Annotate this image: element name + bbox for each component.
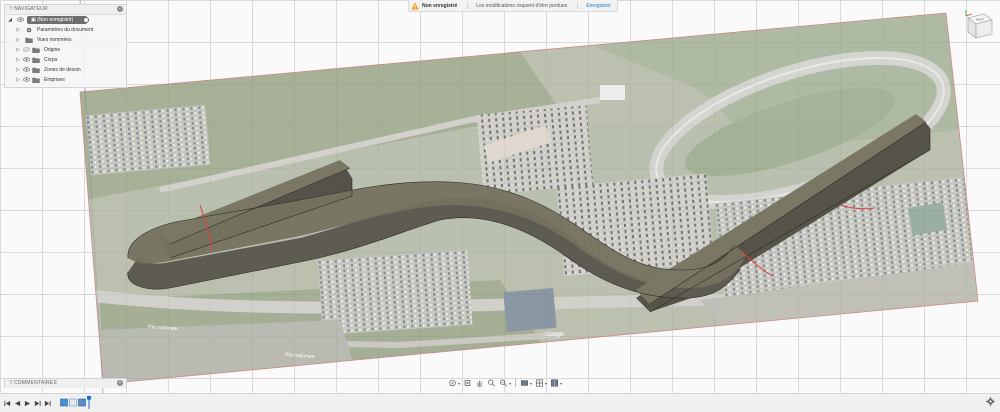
axis-x-indicator <box>965 13 973 17</box>
viewports-icon[interactable] <box>550 379 559 387</box>
comments-title: COMMENTAIRES <box>14 380 57 386</box>
step-forward-icon[interactable] <box>34 400 41 407</box>
orbit-icon[interactable] <box>448 379 457 387</box>
warning-icon <box>411 1 419 10</box>
expand-triangle-icon[interactable]: ▷ <box>15 75 21 85</box>
collapse-panel-icon[interactable]: ‹ <box>117 6 123 12</box>
grid-settings-icon[interactable] <box>535 379 544 387</box>
folder-icon <box>32 57 40 63</box>
save-status-text: Non enregistré <box>422 2 458 9</box>
zoom-window-icon[interactable] <box>499 379 508 387</box>
tree-item-label: Paramètres du document <box>37 27 94 33</box>
timeline-canvas-feature-icon[interactable] <box>60 398 68 407</box>
tree-item-label: Corps <box>44 57 58 63</box>
expand-triangle-icon[interactable]: ▷ <box>15 65 21 75</box>
go-to-end-icon[interactable] <box>44 400 51 407</box>
navigator-header: ⠿NAVIGATEUR ‹ <box>5 5 126 15</box>
orbit-dropdown-caret-icon[interactable]: ▾ <box>458 381 460 386</box>
expand-triangle-icon[interactable]: ▷ <box>15 55 21 65</box>
add-comment-icon[interactable]: + <box>117 380 123 386</box>
model-scene[interactable]: Rte nationale Rte nationale Google <box>0 0 1000 393</box>
document-icon: ▣ <box>31 17 36 23</box>
tree-item-label: Origine <box>44 47 61 53</box>
zoom-dropdown-caret-icon[interactable]: ▾ <box>509 381 511 386</box>
timeline-bar <box>0 393 1000 412</box>
look-at-icon[interactable] <box>463 379 472 387</box>
comments-panel: ⠿COMMENTAIRES + <box>4 378 127 388</box>
view-cube-label: HAUT <box>976 18 984 22</box>
gear-icon <box>26 27 32 33</box>
zoom-icon[interactable] <box>487 379 496 387</box>
grid-dropdown-caret-icon[interactable]: ▾ <box>545 381 547 386</box>
3d-viewport[interactable]: Rte nationale Rte nationale Google <box>0 0 1000 393</box>
pan-hand-icon[interactable] <box>475 379 484 387</box>
drag-handle-icon[interactable]: ⠿ <box>9 379 13 388</box>
navigator-panel: ⠿NAVIGATEUR ‹ ◢ ▣ (Non enregistré) ▷ Par… <box>4 4 127 88</box>
expand-triangle-icon[interactable]: ▷ <box>15 45 21 55</box>
timeline-extrude-feature-icon[interactable] <box>78 398 86 407</box>
save-status-bar: Non enregistré Les modifications risquen… <box>408 0 618 12</box>
save-warning-message: Les modifications risquent d'être perdue… <box>467 2 567 9</box>
display-dropdown-caret-icon[interactable]: ▾ <box>530 381 532 386</box>
visibility-eye-icon[interactable] <box>23 57 30 62</box>
save-button[interactable]: Enregistrer <box>577 2 611 9</box>
navigator-title: NAVIGATEUR <box>14 6 48 12</box>
tree-item-document-settings[interactable]: ▷ Paramètres du document <box>5 25 126 35</box>
navigation-toolbar: ▾ ▾ ▾ ▾ ▾ <box>448 378 562 388</box>
tree-item-origin[interactable]: ▷ Origine <box>5 45 126 55</box>
timeline-sketch-feature-icon[interactable] <box>69 398 77 407</box>
folder-icon <box>32 77 40 83</box>
toolbar-separator <box>515 379 517 387</box>
visibility-eye-icon[interactable] <box>17 17 24 22</box>
step-back-icon[interactable] <box>14 400 21 407</box>
expand-triangle-icon[interactable]: ▷ <box>15 35 21 45</box>
active-document-radio[interactable] <box>83 17 89 23</box>
tree-item-named-views[interactable]: ▷ Vues nommées <box>5 35 126 45</box>
tree-item-canvases[interactable]: ▷ Zones de dessin <box>5 65 126 75</box>
visibility-eye-icon[interactable] <box>23 67 30 72</box>
root-label-text: (Non enregistré) <box>37 17 74 23</box>
tree-item-bodies[interactable]: ▷ Corps <box>5 55 126 65</box>
comments-header[interactable]: ⠿COMMENTAIRES + <box>5 379 126 388</box>
viewports-dropdown-caret-icon[interactable]: ▾ <box>560 381 562 386</box>
root-document-label[interactable]: ▣ (Non enregistré) <box>27 16 87 24</box>
folder-icon <box>25 37 33 43</box>
tree-item-sketches[interactable]: ▷ Emprises <box>5 75 126 85</box>
collapse-triangle-icon[interactable]: ◢ <box>7 15 13 25</box>
tree-item-label: Zones de dessin <box>44 67 81 73</box>
tree-root[interactable]: ◢ ▣ (Non enregistré) <box>5 15 126 25</box>
folder-icon <box>32 47 40 53</box>
timeline-marker-icon[interactable] <box>87 396 91 409</box>
drag-handle-icon[interactable]: ⠿ <box>9 5 13 14</box>
folder-icon <box>32 67 40 73</box>
visibility-eye-icon[interactable] <box>23 47 30 52</box>
map-watermark: Google <box>545 332 565 338</box>
play-icon[interactable] <box>24 400 31 407</box>
visibility-eye-icon[interactable] <box>23 77 30 82</box>
view-cube[interactable]: HAUT <box>962 8 996 42</box>
go-to-start-icon[interactable] <box>4 400 11 407</box>
tree-item-label: Vues nommées <box>37 37 72 43</box>
display-settings-icon[interactable] <box>520 379 529 387</box>
tree-item-label: Emprises <box>44 77 65 83</box>
timeline-settings-gear-icon[interactable] <box>986 397 995 406</box>
expand-triangle-icon[interactable]: ▷ <box>15 25 21 35</box>
